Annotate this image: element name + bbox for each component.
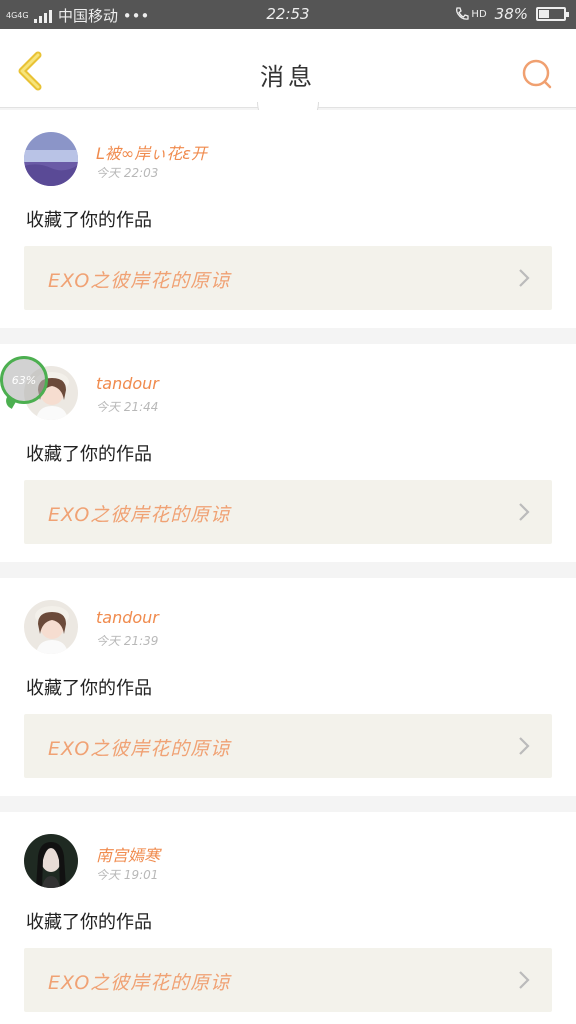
chevron-right-icon — [519, 971, 530, 989]
work-title: EXO之彼岸花的原谅 — [48, 738, 231, 760]
work-title: EXO之彼岸花的原谅 — [48, 972, 231, 994]
search-button[interactable] — [520, 57, 554, 91]
message-card: 南宫嫣寒 今天 19:01 收藏了你的作品 EXO之彼岸花的原谅 — [0, 812, 576, 1024]
search-icon — [522, 59, 552, 89]
timestamp: 今天 19:01 — [96, 868, 159, 882]
status-bar: 4G4G 中国移动 ••• 22:53 HD 38% — [0, 0, 576, 29]
status-right: HD 38% — [454, 5, 569, 23]
message-card: L被∞岸ぃ花ε开 今天 22:03 收藏了你的作品 EXO之彼岸花的原谅 — [0, 110, 576, 328]
chevron-right-icon — [519, 503, 530, 521]
username[interactable]: 南宫嫣寒 — [96, 842, 160, 866]
action-text: 收藏了你的作品 — [26, 210, 152, 231]
chevron-right-icon — [519, 269, 530, 287]
battery-fill — [539, 10, 549, 18]
nav-header: 消息 — [0, 29, 576, 108]
action-text: 收藏了你的作品 — [26, 678, 152, 699]
battery-icon — [536, 7, 569, 21]
message-card: tandour 今天 21:39 收藏了你的作品 EXO之彼岸花的原谅 — [0, 578, 576, 796]
action-text: 收藏了你的作品 — [26, 912, 152, 933]
work-link[interactable]: EXO之彼岸花的原谅 — [24, 948, 552, 1012]
work-title: EXO之彼岸花的原谅 — [48, 504, 231, 526]
floating-progress-badge[interactable]: 63% — [0, 356, 48, 404]
work-title: EXO之彼岸花的原谅 — [48, 270, 231, 292]
work-link[interactable]: EXO之彼岸花的原谅 — [24, 714, 552, 778]
chevron-right-icon — [519, 737, 530, 755]
message-card: tandour 今天 21:44 收藏了你的作品 EXO之彼岸花的原谅 — [0, 344, 576, 562]
username[interactable]: tandour — [96, 374, 159, 393]
username[interactable]: tandour — [96, 608, 159, 627]
hd-label: HD — [471, 8, 487, 20]
work-link[interactable]: EXO之彼岸花的原谅 — [24, 246, 552, 310]
username[interactable]: L被∞岸ぃ花ε开 — [96, 140, 207, 164]
action-text: 收藏了你的作品 — [26, 444, 152, 465]
page-title: 消息 — [260, 63, 316, 91]
work-link[interactable]: EXO之彼岸花的原谅 — [24, 480, 552, 544]
battery-percent: 38% — [494, 5, 528, 23]
timestamp: 今天 21:39 — [96, 634, 159, 648]
avatar[interactable] — [24, 600, 78, 654]
avatar[interactable] — [24, 132, 78, 186]
timestamp: 今天 21:44 — [96, 400, 159, 414]
message-list: L被∞岸ぃ花ε开 今天 22:03 收藏了你的作品 EXO之彼岸花的原谅 tan… — [0, 110, 576, 1024]
avatar[interactable] — [24, 834, 78, 888]
call-hd-icon: HD — [454, 6, 487, 22]
timestamp: 今天 22:03 — [96, 166, 159, 180]
